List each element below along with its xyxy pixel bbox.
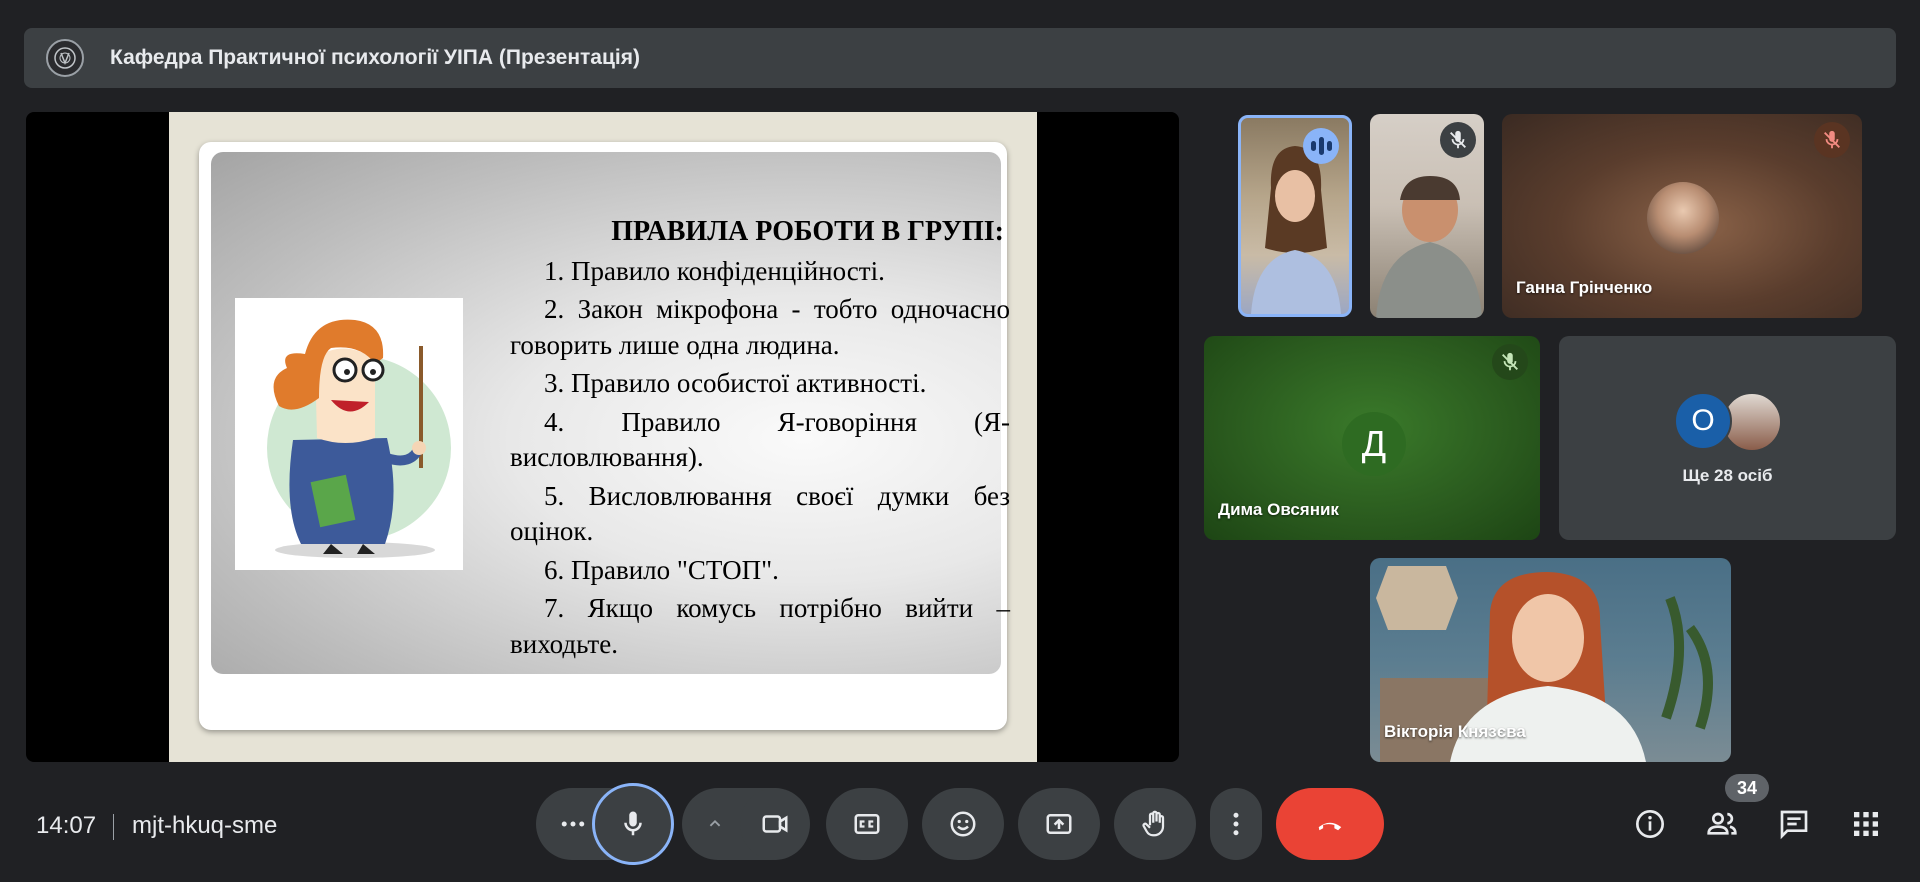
more-vert-icon xyxy=(1233,812,1239,836)
more-participants-label: Ще 28 осіб xyxy=(1682,466,1773,485)
participant-tile-speaking[interactable] xyxy=(1238,115,1352,317)
top-band xyxy=(0,0,1920,4)
camera-icon xyxy=(762,815,788,833)
presentation-title-bar: Кафедра Практичної психології УІПА (През… xyxy=(24,28,1896,88)
participant-tile-viktoria[interactable]: Вікторія Князєва xyxy=(1370,558,1731,762)
emoji-icon xyxy=(950,811,976,837)
more-participants-tile[interactable]: О Ще 28 осіб xyxy=(1559,336,1896,540)
teacher-cartoon-image xyxy=(235,298,463,570)
control-bar: 14:07 mjt-hkuq-sme 34 xyxy=(0,770,1920,882)
reactions-button[interactable] xyxy=(922,788,1004,860)
end-call-icon xyxy=(1318,822,1342,831)
slide-rule: 3. Правило особистої активності. xyxy=(544,368,927,398)
avatar: О xyxy=(1674,392,1732,450)
participant-name: Дима Овсяник xyxy=(1218,500,1339,519)
chat-icon xyxy=(1780,810,1808,840)
activities-button[interactable] xyxy=(1844,802,1888,846)
caret-up-icon xyxy=(709,819,721,827)
chat-button[interactable] xyxy=(1772,802,1816,846)
slide-rule: 6. Правило "СТОП". xyxy=(544,554,779,585)
participant-tile-muted[interactable] xyxy=(1370,114,1484,318)
more-options-button[interactable] xyxy=(1210,788,1262,860)
slide-heading: ПРАВИЛА РОБОТИ В ГРУПІ: xyxy=(611,216,1004,247)
slide-rule: 4. Правило Я-говоріння (Я-висловлювання)… xyxy=(510,406,1010,473)
meeting-code: mjt-hkuq-sme xyxy=(132,812,278,839)
presentation-title: Кафедра Практичної психології УІПА (През… xyxy=(110,46,640,69)
captions-button[interactable] xyxy=(826,788,908,860)
participant-count-badge: 34 xyxy=(1725,774,1769,802)
participant-name: Вікторія Князєва xyxy=(1384,722,1526,741)
presentation-stage[interactable]: ПРАВИЛА РОБОТИ В ГРУПІ: 1. Правило конфі… xyxy=(26,112,1179,762)
leave-call-button[interactable] xyxy=(1276,788,1384,860)
mic-icon xyxy=(624,811,642,836)
speaking-icon xyxy=(1303,128,1339,164)
present-icon xyxy=(1046,814,1072,834)
more-participants-avatars: О xyxy=(1674,392,1784,452)
slide-card: ПРАВИЛА РОБОТИ В ГРУПІ: 1. Правило конфі… xyxy=(199,142,1010,730)
avatar xyxy=(1647,182,1719,254)
participant-tile-ganna[interactable]: Ганна Грінченко xyxy=(1502,114,1862,318)
slide-rule: 5. Висловлювання своєї думки без оцінок. xyxy=(510,480,1010,547)
slide-rule: 1. Правило конфіденційності. xyxy=(544,255,885,286)
avatar: Д xyxy=(1342,412,1406,476)
logo-icon xyxy=(46,39,84,77)
slide-rule: 7. Якщо комусь потрібно вийти – виходьте… xyxy=(510,593,1010,659)
raise-hand-icon xyxy=(1142,810,1165,837)
people-button[interactable] xyxy=(1700,802,1744,846)
slide-rule: 2. Закон мікрофона - тобто одночасно гов… xyxy=(510,294,1010,360)
present-now-button[interactable] xyxy=(1018,788,1100,860)
slide: ПРАВИЛА РОБОТИ В ГРУПІ: 1. Правило конфі… xyxy=(169,112,1037,762)
mic-off-icon xyxy=(1814,122,1850,158)
more-horiz-icon xyxy=(561,821,585,827)
participant-name: Ганна Грінченко xyxy=(1516,278,1653,297)
meeting-time: 14:07 xyxy=(36,812,97,839)
people-icon xyxy=(1707,812,1737,835)
info-icon xyxy=(1636,810,1664,838)
mic-off-icon xyxy=(1492,344,1528,380)
slide-text: ПРАВИЛА РОБОТИ В ГРУПІ: 1. Правило конфі… xyxy=(510,214,1010,665)
participant-tile-dyma[interactable]: Д Дима Овсяник xyxy=(1204,336,1540,540)
captions-icon xyxy=(854,814,880,834)
meeting-details-button[interactable] xyxy=(1628,802,1672,846)
raise-hand-button[interactable] xyxy=(1114,788,1196,860)
divider xyxy=(113,814,114,840)
mic-off-icon xyxy=(1440,122,1476,158)
camera-button[interactable] xyxy=(740,788,810,860)
microphone-button[interactable] xyxy=(592,783,674,865)
apps-icon xyxy=(1854,812,1878,836)
